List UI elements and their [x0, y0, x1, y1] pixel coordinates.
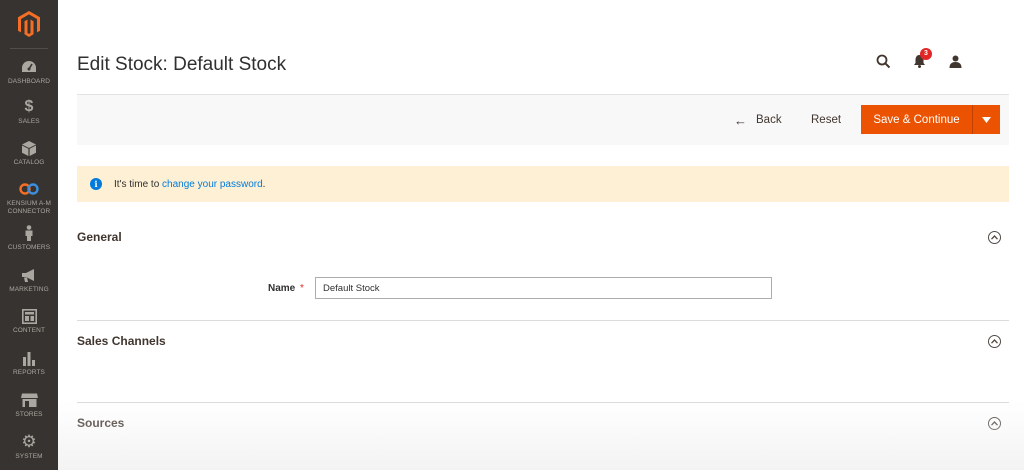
sidebar-item-catalog[interactable]: CATALOG	[0, 139, 58, 179]
sidebar-item-label: SALES	[18, 118, 40, 125]
sidebar-item-label: SYSTEM	[15, 453, 43, 460]
gear-icon: ⚙	[21, 432, 37, 451]
save-and-continue-button[interactable]: Save & Continue	[861, 105, 972, 134]
change-password-link[interactable]: change your password	[162, 179, 263, 190]
sidebar-item-customers[interactable]: CUSTOMERS	[0, 224, 58, 264]
save-options-toggle[interactable]	[972, 105, 1000, 134]
section-title-general[interactable]: General	[77, 230, 122, 244]
sidebar-item-system[interactable]: ⚙ SYSTEM	[0, 432, 58, 470]
sidebar-item-label: REPORTS	[12, 369, 45, 376]
section-title-sources[interactable]: Sources	[77, 416, 124, 430]
sidebar-item-label: MARKETING	[9, 286, 49, 293]
info-icon: i	[90, 178, 102, 190]
logo-divider	[10, 48, 48, 49]
arrow-left-icon: ←	[734, 112, 747, 128]
collapse-sales-channels-icon[interactable]	[988, 335, 1001, 348]
sidebar-item-label: STORES	[15, 411, 43, 418]
user-account-icon[interactable]	[944, 50, 966, 72]
bottom-fade-overlay	[58, 400, 1024, 470]
cube-icon	[18, 139, 40, 157]
storefront-icon	[18, 391, 40, 409]
section-divider	[77, 402, 1009, 403]
required-asterisk: *	[300, 283, 304, 294]
admin-sidebar: DASHBOARD $ SALES CATALOG KENSIUM A-M CON…	[0, 0, 58, 470]
bar-chart-icon	[18, 349, 40, 367]
sidebar-item-label: KENSIUM A-M CONNECTOR	[6, 200, 52, 215]
dashboard-icon	[18, 58, 40, 76]
megaphone-icon	[18, 266, 40, 284]
sidebar-item-label: CUSTOMERS	[7, 244, 51, 251]
sidebar-item-reports[interactable]: REPORTS	[0, 349, 58, 389]
search-icon[interactable]	[872, 50, 894, 72]
section-divider	[77, 320, 1009, 321]
caret-down-icon	[982, 116, 991, 123]
stock-name-input[interactable]	[315, 277, 772, 299]
sidebar-item-content[interactable]: CONTENT	[0, 307, 58, 347]
sidebar-item-dashboard[interactable]: DASHBOARD	[0, 58, 58, 98]
layout-icon	[18, 307, 40, 325]
person-icon	[18, 224, 40, 242]
notification-count-badge: 3	[920, 48, 932, 60]
section-title-sales-channels[interactable]: Sales Channels	[77, 334, 166, 348]
sidebar-item-kensium-connector[interactable]: KENSIUM A-M CONNECTOR	[0, 180, 58, 216]
back-button[interactable]: ← Back	[734, 110, 782, 130]
sidebar-item-label: CONTENT	[12, 327, 46, 334]
sidebar-item-sales[interactable]: $ SALES	[0, 98, 58, 138]
page-title: Edit Stock: Default Stock	[77, 54, 287, 75]
reset-button[interactable]: Reset	[811, 110, 841, 130]
dollar-icon: $	[24, 98, 34, 115]
collapse-sources-icon[interactable]	[988, 417, 1001, 430]
back-button-label: Back	[756, 114, 782, 126]
notifications-bell-icon[interactable]: 3	[908, 48, 932, 72]
password-notice-message: i It's time to change your password.	[77, 166, 1009, 202]
sidebar-item-label: CATALOG	[13, 159, 45, 166]
page-actions-toolbar: ← Back Reset Save & Continue	[77, 94, 1009, 145]
sidebar-item-label: DASHBOARD	[7, 78, 51, 85]
connector-icon	[18, 180, 40, 198]
sidebar-item-marketing[interactable]: MARKETING	[0, 266, 58, 306]
collapse-general-icon[interactable]	[988, 231, 1001, 244]
message-text: It's time to change your password.	[114, 178, 266, 190]
sidebar-item-stores[interactable]: STORES	[0, 391, 58, 431]
magento-logo[interactable]	[0, 0, 58, 48]
name-field-label: Name	[268, 283, 296, 294]
